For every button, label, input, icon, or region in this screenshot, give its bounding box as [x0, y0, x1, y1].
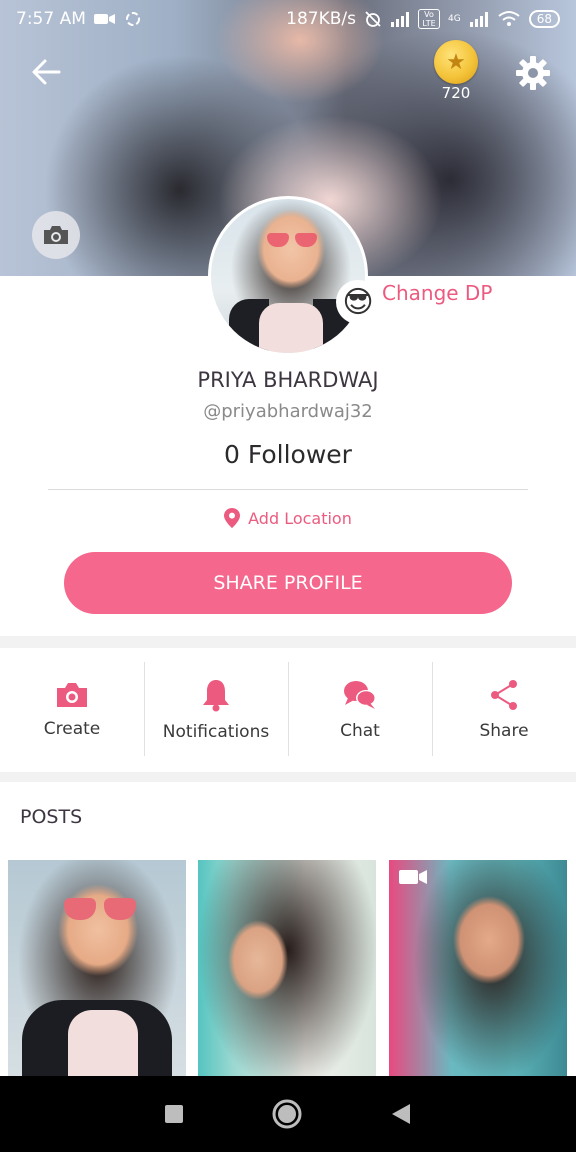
- recents-icon[interactable]: [164, 1104, 184, 1124]
- alarm-off-icon: [365, 11, 381, 27]
- coin-icon[interactable]: ★: [434, 40, 478, 84]
- volte-badge: Vo LTE: [418, 9, 441, 29]
- camera-icon: [44, 226, 68, 244]
- action-row: Create Notifications Chat Share: [0, 648, 576, 772]
- notifications-label: Notifications: [162, 722, 270, 742]
- coin-count: 720: [441, 84, 471, 102]
- profile-name: PRIYA BHARDWAJ: [197, 368, 379, 392]
- thumb-shirt: [68, 1010, 138, 1076]
- back-button[interactable]: [26, 52, 66, 92]
- change-cover-button[interactable]: [32, 211, 80, 259]
- network-type: 4G: [448, 14, 461, 24]
- change-dp-button[interactable]: Change DP: [382, 281, 492, 305]
- share-profile-button[interactable]: SHARE PROFILE: [64, 552, 512, 614]
- status-bar: 7:57 AM 187KB/s Vo LTE 4G 68: [0, 0, 576, 38]
- sync-icon: [125, 12, 140, 26]
- thumb-sunglass-right: [104, 898, 136, 920]
- posts-heading: POSTS: [20, 806, 83, 828]
- net-speed: 187KB/s: [286, 9, 357, 29]
- chat-button[interactable]: Chat: [288, 648, 432, 772]
- location-pin-icon: [224, 508, 241, 528]
- profile-handle: @priyabhardwaj32: [203, 401, 373, 422]
- notifications-button[interactable]: Notifications: [144, 648, 288, 772]
- share-label: Share: [479, 721, 529, 741]
- create-label: Create: [43, 719, 101, 739]
- share-button[interactable]: Share: [432, 648, 576, 772]
- thumb-sunglass-left: [64, 898, 96, 920]
- wifi-icon: [498, 11, 520, 26]
- status-right: 187KB/s Vo LTE 4G 68: [286, 9, 560, 29]
- create-button[interactable]: Create: [0, 648, 144, 772]
- divider: [48, 489, 528, 490]
- post-thumbnail[interactable]: [8, 860, 186, 1076]
- video-icon: [399, 870, 427, 884]
- share-icon: [491, 680, 517, 710]
- video-call-icon: [93, 14, 115, 24]
- system-nav-bar: [0, 1076, 576, 1152]
- status-left: 7:57 AM: [16, 9, 142, 29]
- add-location-button[interactable]: Add Location: [0, 508, 576, 528]
- status-time: 7:57 AM: [16, 9, 86, 29]
- back-nav-icon[interactable]: [390, 1102, 412, 1126]
- section-separator: [0, 636, 576, 648]
- post-thumbnail[interactable]: [389, 860, 567, 1076]
- profile-avatar[interactable]: [208, 196, 368, 356]
- back-arrow-icon: [32, 59, 61, 85]
- sunglasses-emoji-icon[interactable]: 😎: [336, 280, 380, 324]
- chat-label: Chat: [340, 721, 380, 741]
- post-thumbnail[interactable]: [198, 860, 376, 1076]
- home-icon[interactable]: [271, 1098, 303, 1130]
- add-location-label: Add Location: [248, 508, 352, 528]
- signal-2-icon: [469, 12, 488, 27]
- battery-indicator: 68: [528, 10, 560, 28]
- gear-icon: [516, 56, 550, 90]
- avatar-sunglass-right: [295, 233, 317, 247]
- signal-icon: [391, 12, 410, 27]
- avatar-shirt: [259, 303, 323, 353]
- bell-icon: [203, 680, 229, 712]
- section-separator: [0, 772, 576, 782]
- avatar-sunglass-left: [267, 233, 289, 247]
- follower-count[interactable]: 0 Follower: [0, 440, 576, 469]
- camera-icon: [57, 683, 87, 707]
- chat-bubbles-icon: [344, 681, 376, 709]
- settings-button[interactable]: [514, 54, 552, 92]
